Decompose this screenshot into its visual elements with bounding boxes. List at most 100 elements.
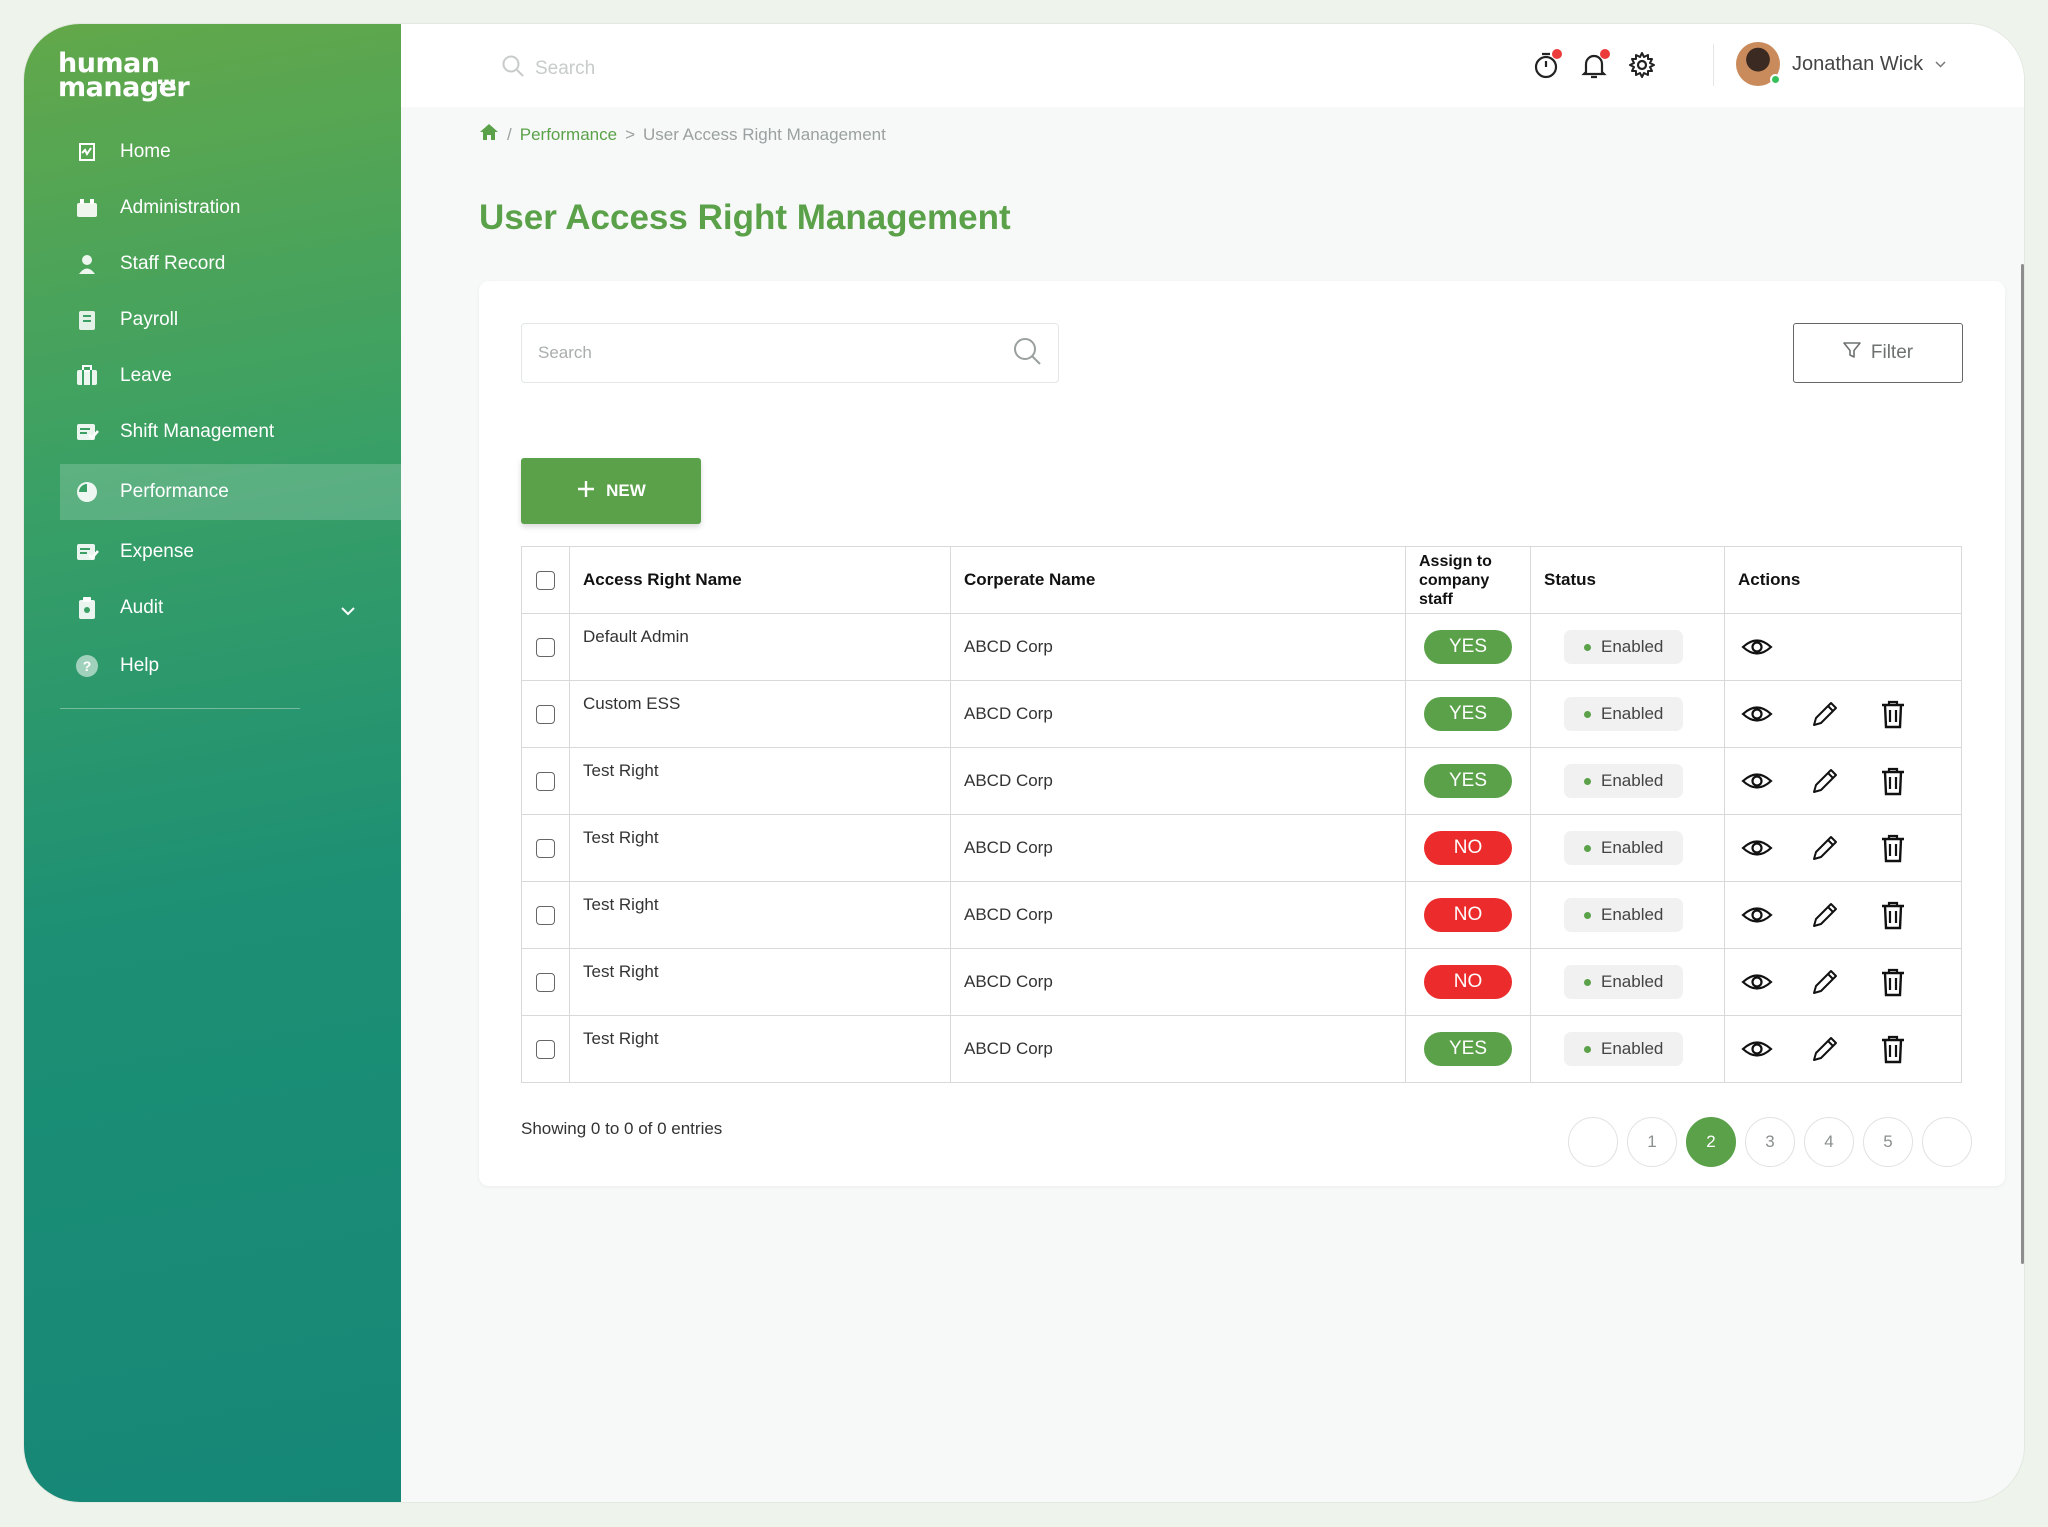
- access-right-name: Test Right: [569, 747, 951, 815]
- delete-trash-icon[interactable]: [1876, 764, 1910, 798]
- table-body: Default Admin ABCD Corp YES Enabled Cust…: [521, 613, 1962, 1083]
- assign-badge: YES: [1424, 764, 1512, 798]
- table-row[interactable]: Test Right ABCD Corp YES Enabled: [521, 1015, 1962, 1083]
- row-select-cell: [521, 881, 570, 949]
- notification-bell-icon[interactable]: [1579, 49, 1610, 80]
- page-button[interactable]: 4: [1804, 1117, 1854, 1167]
- gear-icon[interactable]: [1627, 50, 1657, 80]
- sidebar-item-performance[interactable]: Performance: [60, 464, 401, 520]
- edit-pencil-icon[interactable]: [1808, 1032, 1842, 1066]
- sidebar-item-label: Staff Record: [120, 253, 226, 274]
- row-checkbox[interactable]: [536, 704, 555, 724]
- delete-trash-icon[interactable]: [1876, 965, 1910, 999]
- sidebar-item-label: Administration: [120, 197, 241, 218]
- assign-badge: NO: [1424, 965, 1512, 999]
- sidebar-item-shift-management[interactable]: Shift Management: [60, 404, 401, 460]
- select-all-checkbox[interactable]: [536, 570, 555, 590]
- table-row[interactable]: Test Right ABCD Corp NO Enabled: [521, 881, 1962, 949]
- filter-button[interactable]: Filter: [1793, 323, 1963, 383]
- view-eye-icon[interactable]: [1740, 965, 1774, 999]
- assign-cell: YES: [1405, 1015, 1531, 1083]
- status-cell: Enabled: [1530, 747, 1725, 815]
- status-badge: Enabled: [1564, 1032, 1684, 1066]
- view-eye-icon[interactable]: [1740, 898, 1774, 932]
- edit-pencil-icon[interactable]: [1808, 697, 1842, 731]
- status-label: Enabled: [1601, 771, 1664, 790]
- corporate-name: ABCD Corp: [950, 1015, 1406, 1083]
- page-button[interactable]: 3: [1745, 1117, 1795, 1167]
- page-button[interactable]: 1: [1627, 1117, 1677, 1167]
- row-checkbox[interactable]: [536, 771, 555, 791]
- header-status[interactable]: Status: [1530, 546, 1725, 614]
- table-row[interactable]: Default Admin ABCD Corp YES Enabled: [521, 613, 1962, 681]
- shift-icon: [74, 419, 100, 445]
- row-select-cell: [521, 1015, 570, 1083]
- access-right-name: Test Right: [569, 881, 951, 949]
- view-eye-icon[interactable]: [1740, 630, 1774, 664]
- view-eye-icon[interactable]: [1740, 831, 1774, 865]
- edit-pencil-icon[interactable]: [1808, 898, 1842, 932]
- sidebar-item-expense[interactable]: Expense: [60, 524, 401, 580]
- status-cell: Enabled: [1530, 881, 1725, 949]
- edit-pencil-icon[interactable]: [1808, 831, 1842, 865]
- user-menu[interactable]: Jonathan Wick: [1736, 42, 1946, 86]
- status-dot: [1584, 911, 1591, 919]
- timer-icon[interactable]: [1531, 49, 1562, 80]
- delete-trash-icon[interactable]: [1876, 697, 1910, 731]
- row-checkbox[interactable]: [536, 905, 555, 925]
- table-row[interactable]: Test Right ABCD Corp NO Enabled: [521, 948, 1962, 1016]
- status-badge: Enabled: [1564, 831, 1684, 865]
- breadcrumb-performance[interactable]: Performance: [520, 125, 617, 145]
- edit-pencil-icon[interactable]: [1808, 965, 1842, 999]
- home-icon[interactable]: [479, 123, 499, 146]
- new-access-right-button[interactable]: NEW: [521, 458, 701, 524]
- view-eye-icon[interactable]: [1740, 697, 1774, 731]
- sidebar-item-help[interactable]: ? Help: [60, 638, 401, 694]
- search-input[interactable]: [538, 343, 1012, 363]
- row-actions: [1738, 965, 1948, 999]
- table-row[interactable]: Custom ESS ABCD Corp YES Enabled: [521, 680, 1962, 748]
- row-checkbox[interactable]: [536, 637, 555, 657]
- sidebar-item-leave[interactable]: Leave: [60, 348, 401, 404]
- entries-summary: Showing 0 to 0 of 0 entries: [521, 1119, 723, 1138]
- search-icon[interactable]: [1012, 336, 1042, 371]
- status-dot: [1584, 1045, 1591, 1053]
- sidebar-item-administration[interactable]: Administration: [60, 180, 401, 236]
- page-scrollbar[interactable]: [2021, 264, 2024, 1264]
- status-label: Enabled: [1601, 1039, 1664, 1058]
- page-next-button[interactable]: [1922, 1117, 1972, 1167]
- row-checkbox[interactable]: [536, 838, 555, 858]
- row-checkbox[interactable]: [536, 1039, 555, 1059]
- page-button[interactable]: 5: [1863, 1117, 1913, 1167]
- view-eye-icon[interactable]: [1740, 764, 1774, 798]
- table-row[interactable]: Test Right ABCD Corp YES Enabled: [521, 747, 1962, 815]
- brand-logo[interactable]: human manager ...: [58, 50, 198, 122]
- sidebar-item-payroll[interactable]: Payroll: [60, 292, 401, 348]
- actions-cell: [1724, 814, 1962, 882]
- delete-trash-icon[interactable]: [1876, 831, 1910, 865]
- actions-cell: [1724, 881, 1962, 949]
- actions-cell: [1724, 613, 1962, 681]
- page-button[interactable]: 2: [1686, 1117, 1736, 1167]
- table-header-row: Access Right Name Corperate Name Assign …: [521, 546, 1962, 614]
- sidebar-item-audit[interactable]: Audit: [60, 580, 401, 636]
- delete-trash-icon[interactable]: [1876, 1032, 1910, 1066]
- filter-label: Filter: [1870, 342, 1914, 363]
- page-prev-button[interactable]: [1568, 1117, 1618, 1167]
- row-checkbox[interactable]: [536, 972, 555, 992]
- edit-pencil-icon[interactable]: [1808, 764, 1842, 798]
- access-right-name: Test Right: [569, 1015, 951, 1083]
- delete-trash-icon[interactable]: [1876, 898, 1910, 932]
- header-access-right-name[interactable]: Access Right Name: [569, 546, 951, 614]
- view-eye-icon[interactable]: [1740, 1032, 1774, 1066]
- access-rights-table: Access Right Name Corperate Name Assign …: [521, 546, 1962, 1083]
- chevron-down-icon[interactable]: [341, 600, 355, 622]
- header-assign-to-staff[interactable]: Assign to company staff: [1405, 546, 1531, 614]
- actions-cell: [1724, 948, 1962, 1016]
- table-row[interactable]: Test Right ABCD Corp NO Enabled: [521, 814, 1962, 882]
- sidebar-item-home[interactable]: Home: [60, 124, 401, 180]
- global-search[interactable]: Search: [501, 54, 595, 83]
- sidebar-item-staff-record[interactable]: Staff Record: [60, 236, 401, 292]
- sidebar-item-label: Audit: [120, 597, 164, 618]
- header-corporate-name[interactable]: Corperate Name: [950, 546, 1406, 614]
